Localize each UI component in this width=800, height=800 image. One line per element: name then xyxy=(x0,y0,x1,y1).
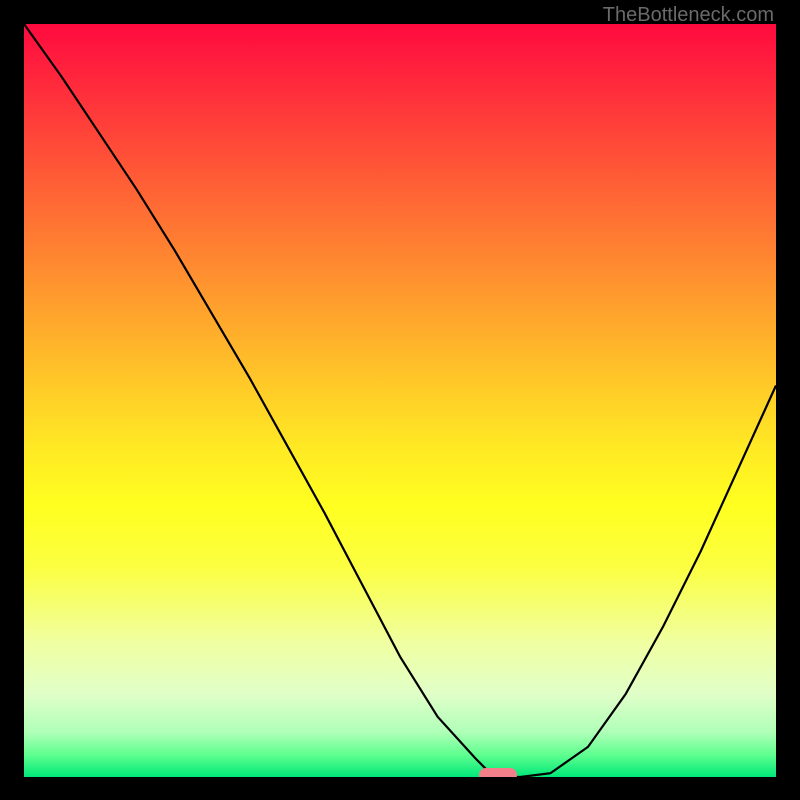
bottleneck-curve xyxy=(24,24,776,777)
chart-curve-svg xyxy=(24,24,776,777)
optimal-point-marker xyxy=(479,768,517,777)
chart-plot-area xyxy=(24,24,776,777)
watermark-text: TheBottleneck.com xyxy=(603,4,774,27)
